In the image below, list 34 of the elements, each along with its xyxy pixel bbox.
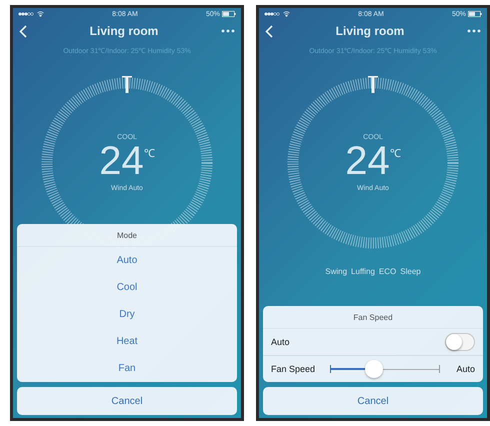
feature-label[interactable]: ECO (378, 267, 396, 276)
signal-icon (18, 12, 34, 16)
more-icon[interactable] (466, 29, 481, 33)
temperature-unit: ℃ (390, 147, 401, 160)
mode-option[interactable]: Heat (17, 328, 237, 355)
cancel-button[interactable]: Cancel (17, 387, 237, 415)
mode-option[interactable]: Cool (17, 274, 237, 301)
wifi-icon (283, 11, 290, 17)
temperature-value: 24 (345, 141, 390, 181)
battery-icon (222, 11, 236, 17)
cancel-button[interactable]: Cancel (263, 387, 483, 415)
slider-label: Fan Speed (271, 364, 316, 374)
back-icon[interactable] (265, 24, 273, 38)
room-title: Living room (90, 24, 158, 38)
feature-label[interactable]: Luffing (351, 267, 375, 276)
temperature-value: 24 (99, 141, 144, 181)
wifi-icon (37, 11, 44, 17)
battery-icon (468, 11, 482, 17)
auto-toggle[interactable] (445, 333, 475, 351)
temperature-unit: ℃ (144, 147, 155, 160)
sheet-title: Fan Speed (263, 306, 483, 329)
mode-option[interactable]: Fan (17, 355, 237, 382)
slider-end-label: Auto (456, 364, 475, 374)
feature-label[interactable]: Swing (325, 267, 348, 276)
slider-thumb[interactable] (365, 360, 384, 378)
room-title: Living room (336, 24, 404, 38)
toggle-label: Auto (271, 337, 290, 347)
signal-icon (264, 12, 280, 16)
mode-option[interactable]: Dry (17, 301, 237, 328)
back-icon[interactable] (19, 24, 27, 38)
more-icon[interactable] (220, 29, 235, 33)
mode-option[interactable]: Auto (17, 247, 237, 274)
feature-label[interactable]: Sleep (400, 267, 421, 276)
sheet-title: Mode (17, 224, 237, 247)
